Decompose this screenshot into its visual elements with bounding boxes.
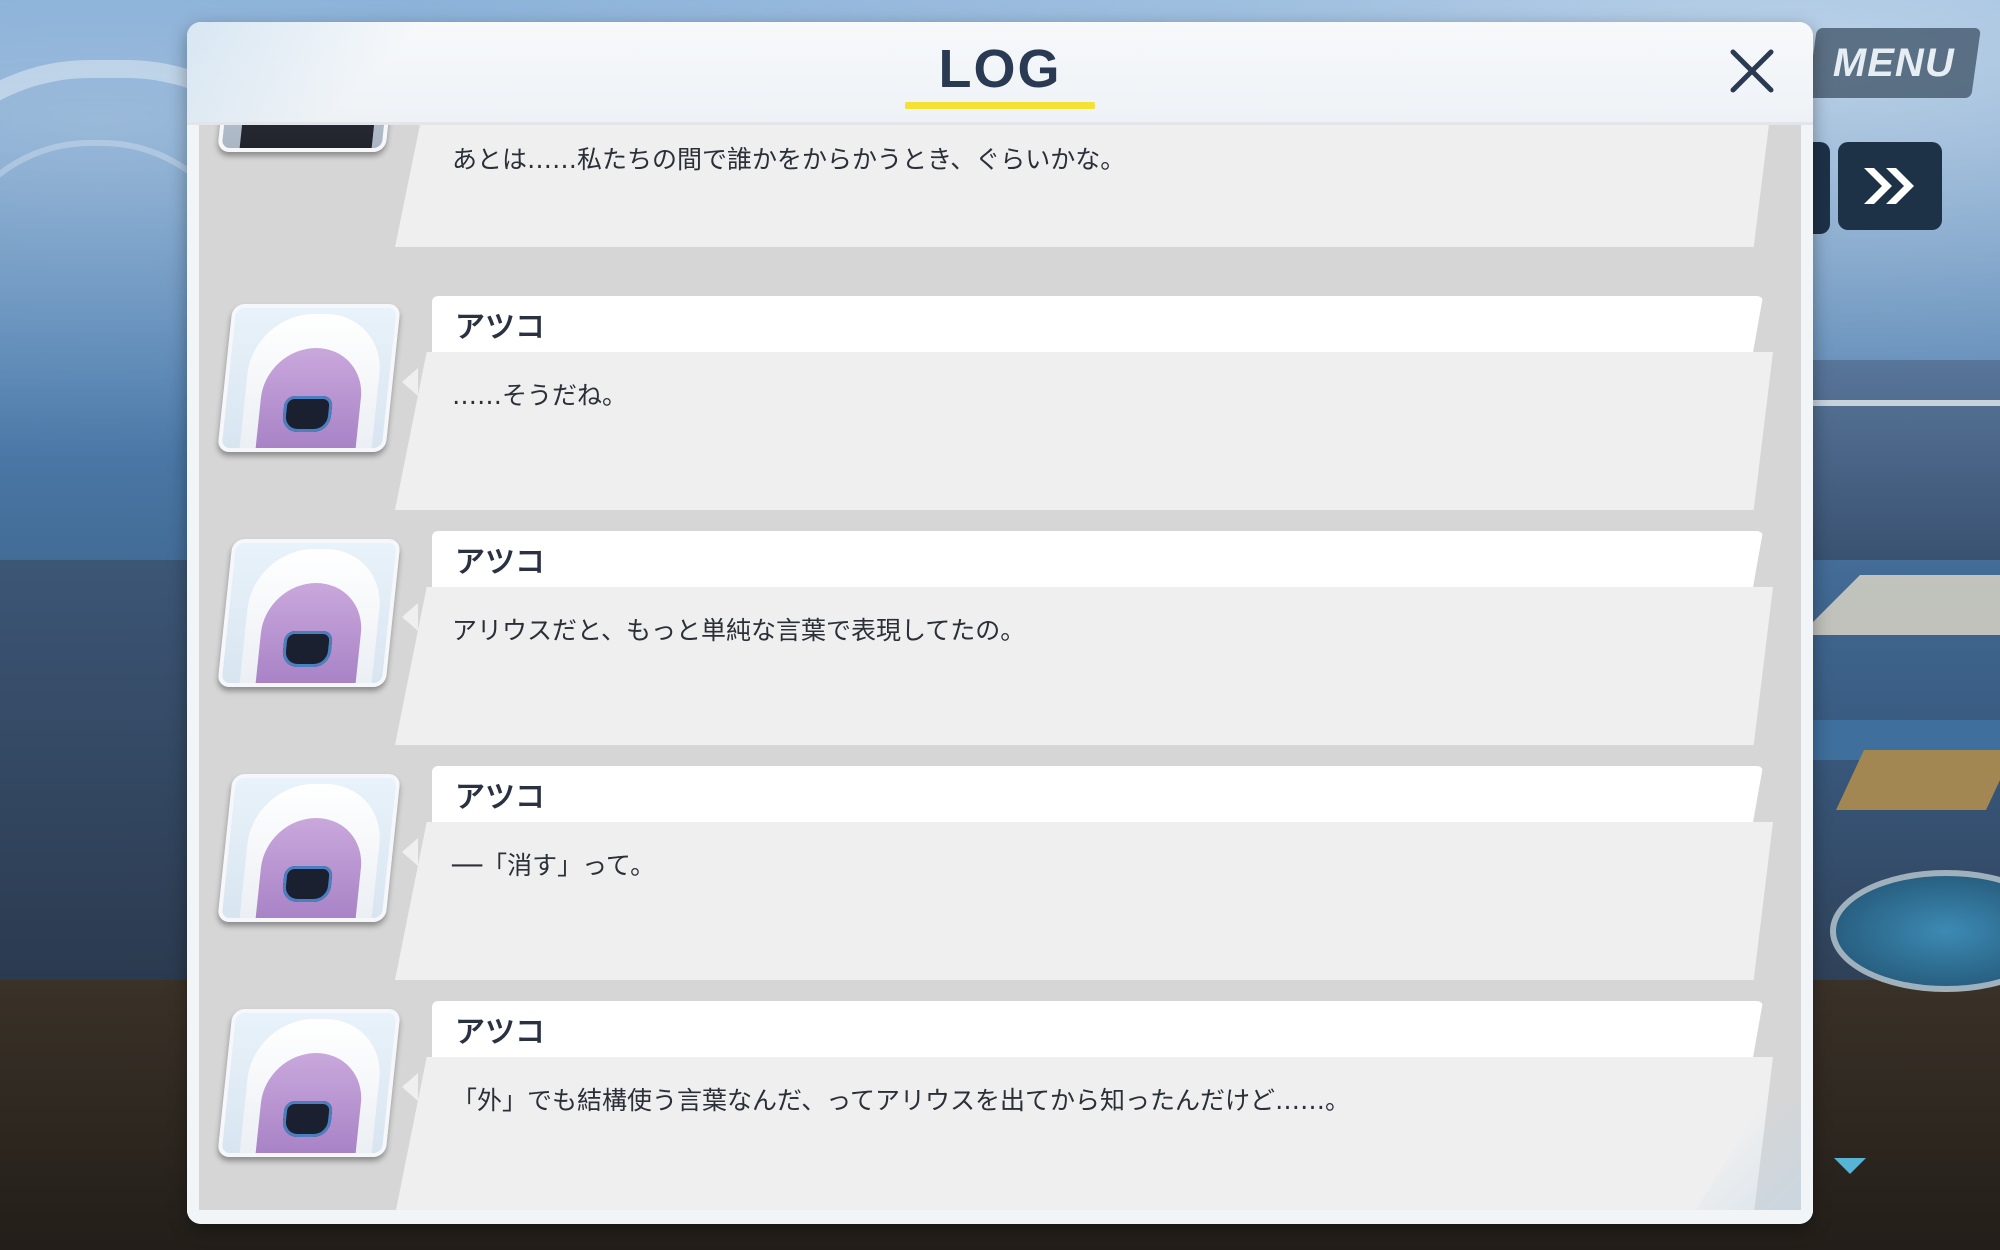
speaker-name-plate [432, 766, 1763, 826]
dialogue-text: ──「消す」って。 [452, 851, 656, 880]
background-pool [1830, 870, 2000, 992]
speaker-name-plate [432, 531, 1763, 591]
speaker-portrait [217, 539, 401, 687]
dialogue-text: ……そうだね。 [452, 381, 628, 410]
bubble-pointer [402, 368, 418, 396]
panel-frame-left [187, 22, 199, 1224]
panel-frame-right [1801, 22, 1813, 1224]
speaker-name: アツコ [455, 545, 545, 580]
skip-button[interactable] [1838, 142, 1942, 230]
background-deck-building [0, 560, 200, 980]
background-ship-railing [1810, 400, 2000, 406]
log-header: LOG [187, 22, 1813, 125]
background-deck-chair [1836, 750, 2000, 810]
scroll-down-indicator[interactable] [1834, 1158, 1866, 1174]
dialogue-text: アリウスだと、もっと単純な言葉で表現してたの。 [452, 616, 1026, 645]
speaker-name-plate [432, 296, 1763, 356]
story-screen: MENU あとは……私たちの間で誰かをからかうとき、ぐらいかな。 アツコ ……そ… [0, 0, 2000, 1250]
close-button[interactable] [1717, 36, 1787, 106]
portrait-mask [281, 866, 334, 902]
menu-button-label: MENU [1833, 40, 1955, 85]
menu-button[interactable]: MENU [1807, 28, 1981, 98]
dialogue-text: あとは……私たちの間で誰かをからかうとき、ぐらいかな。 [452, 145, 1126, 174]
fast-forward-icon [1864, 168, 1914, 204]
panel-frame-bottom [187, 1210, 1813, 1224]
dialogue-text: 「外」でも結構使う言葉なんだ、ってアリウスを出てから知ったんだけど……。 [452, 1086, 1351, 1115]
speaker-portrait [217, 304, 401, 452]
log-list[interactable]: あとは……私たちの間で誰かをからかうとき、ぐらいかな。 アツコ ……そうだね。 … [187, 22, 1813, 1224]
log-panel: あとは……私たちの間で誰かをからかうとき、ぐらいかな。 アツコ ……そうだね。 … [187, 22, 1813, 1224]
page-title: LOG [938, 39, 1062, 99]
background-ship-deck [1810, 360, 2000, 560]
bubble-pointer [402, 838, 418, 866]
speaker-name-plate [432, 1001, 1763, 1061]
title-underline [905, 102, 1095, 109]
bubble-pointer [402, 603, 418, 631]
portrait-mask [281, 1101, 334, 1137]
speaker-portrait [217, 774, 401, 922]
speaker-name: アツコ [455, 1015, 545, 1050]
close-icon [1730, 49, 1774, 93]
bubble-pointer [402, 1073, 418, 1101]
speaker-name: アツコ [455, 780, 545, 815]
speaker-portrait [217, 1009, 401, 1157]
portrait-mask [281, 396, 334, 432]
portrait-mask [281, 631, 334, 667]
speaker-name: アツコ [455, 310, 545, 345]
